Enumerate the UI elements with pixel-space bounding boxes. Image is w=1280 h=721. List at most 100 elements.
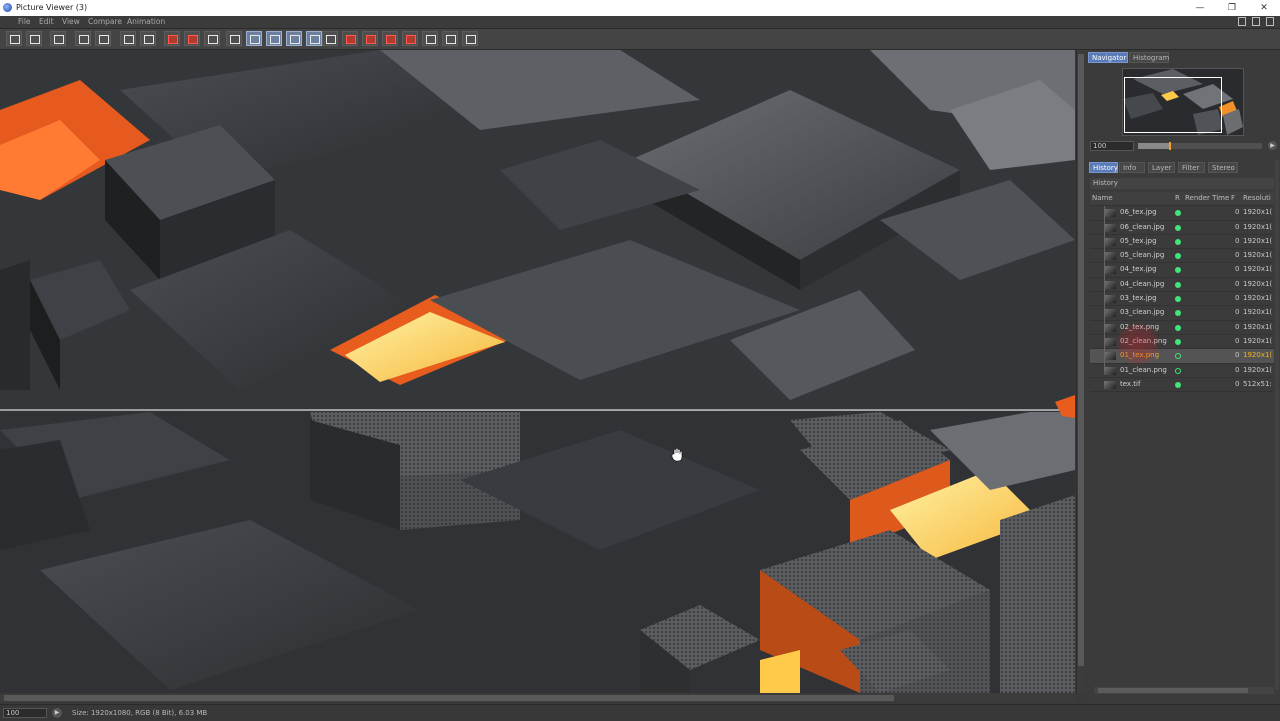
navigator-zoom-slider[interactable] [1138, 142, 1262, 150]
image-viewport[interactable] [0, 50, 1075, 693]
panel-vertical-scrollbar[interactable] [1275, 160, 1279, 690]
history-row[interactable]: 06_tex.jpg 0 1920x1( [1090, 206, 1274, 221]
render-status-dot-icon [1175, 281, 1181, 288]
toolbar-button-21[interactable] [422, 31, 438, 46]
toolbar-button-9[interactable] [184, 31, 200, 46]
scroll-thumb[interactable] [1098, 688, 1248, 693]
toolbar-button-7[interactable] [140, 31, 156, 46]
toolbar-button-15[interactable] [306, 31, 322, 46]
history-resolution: 1920x1( [1243, 322, 1273, 331]
history-thumbnail [1104, 295, 1116, 304]
history-row[interactable]: 01_clean.png 0 1920x1( [1090, 364, 1274, 378]
toolbar-button-20[interactable] [402, 31, 418, 46]
toolbar-button-17[interactable] [342, 31, 358, 46]
history-resolution: 1920x1( [1243, 251, 1273, 260]
history-row[interactable]: 04_tex.jpg 0 1920x1( [1090, 263, 1274, 278]
layout-split-icon[interactable] [1252, 17, 1260, 26]
toolbar-tool-icon [144, 35, 154, 44]
toolbar-button-13[interactable] [266, 31, 282, 46]
menu-file[interactable]: File [18, 17, 31, 26]
toolbar-button-6[interactable] [120, 31, 136, 46]
toolbar-button-3[interactable] [50, 31, 66, 46]
render-status-dot-icon [1175, 224, 1181, 231]
toolbar-button-11[interactable] [226, 31, 242, 46]
click-highlight [1116, 322, 1160, 366]
navigator-thumbnail[interactable] [1122, 68, 1244, 136]
column-resolution[interactable]: Resoluti [1243, 192, 1271, 205]
toolbar-button-22[interactable] [442, 31, 458, 46]
toolbar-button-1[interactable] [6, 31, 22, 46]
play-arrow-icon[interactable]: ▶ [1268, 141, 1277, 150]
app-icon [3, 3, 12, 12]
history-row[interactable]: 05_clean.jpg 0 1920x1( [1090, 249, 1274, 264]
toolbar-tool-icon [79, 35, 89, 44]
toolbar-button-2[interactable] [26, 31, 42, 46]
minimize-button[interactable]: — [1184, 0, 1216, 16]
toolbar-button-12[interactable] [246, 31, 262, 46]
history-file-name: 03_clean.jpg [1120, 308, 1165, 317]
history-tree-line [1104, 206, 1105, 371]
tab-layer[interactable]: Layer [1148, 162, 1175, 173]
history-thumbnail [1104, 280, 1116, 289]
toolbar-button-14[interactable] [286, 31, 302, 46]
history-row[interactable]: 03_tex.jpg 0 1920x1( [1090, 292, 1274, 307]
menu-bar: File Edit View Compare Animation [0, 16, 1280, 29]
toolbar-button-18[interactable] [362, 31, 378, 46]
tab-filter[interactable]: Filter [1178, 162, 1205, 173]
navigator-zoom-field[interactable]: 100 [1090, 141, 1134, 151]
status-play-icon[interactable]: ▶ [52, 708, 62, 718]
close-button[interactable]: ✕ [1248, 0, 1280, 16]
history-row[interactable]: 06_clean.jpg 0 1920x1( [1090, 221, 1274, 235]
toolbar-button-16[interactable] [322, 31, 338, 46]
tab-info[interactable]: Info [1119, 162, 1145, 173]
tab-history[interactable]: History [1089, 162, 1118, 173]
toolbar-tool-icon [386, 35, 396, 44]
toolbar-button-5[interactable] [95, 31, 111, 46]
restore-button[interactable]: ❐ [1216, 0, 1248, 16]
column-name[interactable]: Name [1092, 192, 1113, 205]
menu-compare[interactable]: Compare [88, 17, 122, 26]
navigator-view-frame[interactable] [1124, 77, 1222, 133]
tab-histogram[interactable]: Histogram [1129, 52, 1169, 63]
history-row[interactable]: 05_tex.jpg 0 1920x1( [1090, 235, 1274, 250]
history-frame: 0 [1235, 379, 1240, 388]
menu-view[interactable]: View [62, 17, 80, 26]
history-resolution: 1920x1( [1243, 308, 1273, 317]
menu-edit[interactable]: Edit [39, 17, 54, 26]
layout-grid-icon[interactable] [1266, 17, 1274, 26]
menu-animation[interactable]: Animation [127, 17, 165, 26]
history-file-name: 04_tex.jpg [1120, 265, 1157, 274]
toolbar-button-23[interactable] [462, 31, 478, 46]
history-row[interactable]: 03_clean.jpg 0 1920x1( [1090, 306, 1274, 321]
history-table: Name R Render Time F Resoluti 06_tex.jpg… [1090, 192, 1274, 393]
side-panel: Navigator Histogram 100 ▶ History Info L… [1086, 50, 1280, 704]
toolbar-button-19[interactable] [382, 31, 398, 46]
column-render-time[interactable]: Render Time [1185, 192, 1229, 205]
history-row[interactable]: tex.tif 0 512x51: [1090, 378, 1274, 393]
history-thumbnail [1104, 352, 1116, 361]
tab-navigator[interactable]: Navigator [1088, 52, 1128, 63]
scroll-thumb[interactable] [1078, 54, 1084, 666]
tab-stereo[interactable]: Stereo [1208, 162, 1238, 173]
column-f[interactable]: F [1231, 192, 1235, 205]
history-thumbnail [1104, 252, 1116, 261]
viewport-horizontal-scrollbar[interactable] [0, 694, 1075, 702]
render-status-dot-icon [1175, 238, 1181, 245]
history-row[interactable]: 04_clean.jpg 0 1920x1( [1090, 278, 1274, 293]
layout-icon[interactable] [1238, 17, 1246, 26]
window-title: Picture Viewer (3) [16, 3, 88, 12]
status-zoom-field[interactable]: 100 [3, 708, 47, 718]
toolbar-button-4[interactable] [75, 31, 91, 46]
slider-handle[interactable] [1169, 142, 1171, 150]
scroll-thumb[interactable] [4, 695, 894, 701]
toolbar-button-8[interactable] [164, 31, 180, 46]
history-thumbnail [1104, 380, 1116, 389]
history-resolution: 1920x1( [1243, 222, 1273, 231]
history-file-name: 04_clean.jpg [1120, 279, 1165, 288]
history-file-name: 03_tex.jpg [1120, 294, 1157, 303]
toolbar-tool-icon [406, 35, 416, 44]
column-r[interactable]: R [1175, 192, 1180, 205]
panel-horizontal-scrollbar[interactable] [1094, 687, 1274, 694]
toolbar-button-10[interactable] [204, 31, 220, 46]
viewport-vertical-scrollbar[interactable] [1076, 50, 1085, 693]
